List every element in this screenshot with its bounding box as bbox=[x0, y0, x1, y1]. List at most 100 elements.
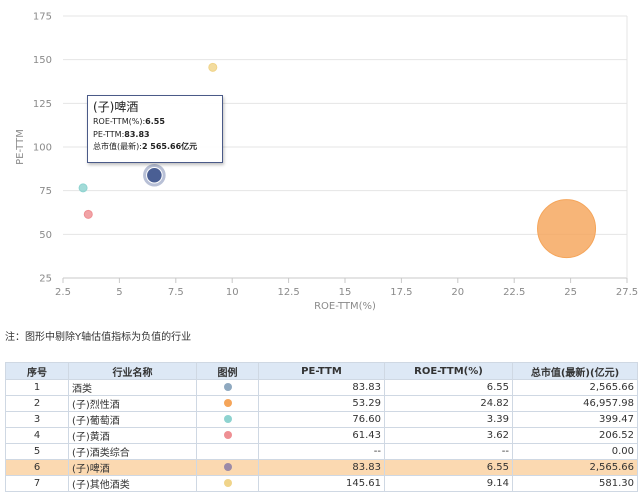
cell-industry-name: (子)酒类综合 bbox=[68, 443, 197, 460]
cell-pe: 145.61 bbox=[258, 475, 385, 492]
cell-roe: 6.55 bbox=[384, 459, 513, 476]
col-header-pe[interactable]: PE-TTM bbox=[258, 362, 385, 380]
col-header-cap[interactable]: 总市值(最新)(亿元) bbox=[512, 362, 638, 380]
col-header-legend[interactable]: 图例 bbox=[196, 362, 259, 380]
legend-dot-icon bbox=[223, 415, 232, 423]
cell-market-cap: 2,565.66 bbox=[512, 379, 638, 396]
x-tick-label: 12.5 bbox=[277, 287, 299, 298]
cell-roe: -- bbox=[384, 443, 513, 460]
x-tick-label: 15 bbox=[339, 287, 352, 298]
cell-industry-name: (子)啤酒 bbox=[68, 459, 197, 476]
cell-industry-name: (子)其他酒类 bbox=[68, 475, 197, 492]
x-axis-title: ROE-TTM(%) bbox=[314, 301, 376, 312]
cell-pe: 83.83 bbox=[258, 379, 385, 396]
cell-pe: 83.83 bbox=[258, 459, 385, 476]
cell-market-cap: 399.47 bbox=[512, 411, 638, 428]
table-row[interactable]: 4 (子)黄酒 61.43 3.62 206.52 bbox=[5, 427, 638, 444]
cell-legend bbox=[196, 379, 259, 396]
y-tick-label: 75 bbox=[39, 186, 52, 197]
table-row[interactable]: 5 (子)酒类综合 -- -- 0.00 bbox=[5, 443, 638, 460]
cell-roe: 3.39 bbox=[384, 411, 513, 428]
industry-table: 序号 行业名称 图例 PE-TTM ROE-TTM(%) 总市值(最新)(亿元)… bbox=[5, 362, 638, 492]
cell-industry-name: (子)黄酒 bbox=[68, 427, 197, 444]
y-tick-label: 25 bbox=[39, 274, 52, 285]
cell-index: 2 bbox=[5, 395, 69, 412]
tooltip-cap-line: 总市值(最新):2 565.66亿元 bbox=[93, 141, 217, 154]
col-header-index[interactable]: 序号 bbox=[5, 362, 69, 380]
cell-pe: 53.29 bbox=[258, 395, 385, 412]
cell-index: 7 bbox=[5, 475, 69, 492]
tooltip-roe-line: ROE-TTM(%):6.55 bbox=[93, 116, 217, 129]
y-axis-title: PE-TTM bbox=[15, 129, 26, 165]
cell-pe: 61.43 bbox=[258, 427, 385, 444]
legend-dot-icon bbox=[223, 479, 232, 487]
table-row[interactable]: 2 (子)烈性酒 53.29 24.82 46,957.98 bbox=[5, 395, 638, 412]
cell-market-cap: 0.00 bbox=[512, 443, 638, 460]
chart-note: 注：图形中剔除Y轴估值指标为负值的行业 bbox=[5, 332, 192, 343]
x-tick-label: 17.5 bbox=[390, 287, 412, 298]
cell-index: 3 bbox=[5, 411, 69, 428]
cell-legend bbox=[196, 411, 259, 428]
cell-index: 6 bbox=[5, 459, 69, 476]
table-row[interactable]: 3 (子)葡萄酒 76.60 3.39 399.47 bbox=[5, 411, 638, 428]
cell-roe: 24.82 bbox=[384, 395, 513, 412]
cell-roe: 3.62 bbox=[384, 427, 513, 444]
x-tick-label: 2.5 bbox=[55, 287, 71, 298]
cell-industry-name: (子)葡萄酒 bbox=[68, 411, 197, 428]
y-tick-label: 50 bbox=[39, 230, 52, 241]
table-row[interactable]: 6 (子)啤酒 83.83 6.55 2,565.66 bbox=[5, 459, 638, 476]
x-tick-label: 5 bbox=[116, 287, 122, 298]
table-row[interactable]: 1 酒类 83.83 6.55 2,565.66 bbox=[5, 379, 638, 396]
cell-pe: 76.60 bbox=[258, 411, 385, 428]
bubble-point[interactable] bbox=[537, 199, 597, 259]
cell-index: 1 bbox=[5, 379, 69, 396]
bubble-point[interactable] bbox=[83, 209, 93, 219]
bubble-point[interactable] bbox=[147, 167, 162, 183]
legend-dot-icon bbox=[223, 399, 232, 407]
table-row[interactable]: 7 (子)其他酒类 145.61 9.14 581.30 bbox=[5, 475, 638, 492]
col-header-roe[interactable]: ROE-TTM(%) bbox=[384, 362, 513, 380]
tooltip-title: (子)啤酒 bbox=[93, 100, 139, 114]
legend-dot-icon bbox=[223, 431, 232, 439]
chart-tooltip: (子)啤酒 ROE-TTM(%):6.55 PE-TTM:83.83 总市值(最… bbox=[87, 95, 223, 163]
bubble-point[interactable] bbox=[208, 62, 218, 72]
legend-dot-icon bbox=[223, 463, 232, 471]
legend-dot-icon bbox=[223, 383, 232, 391]
tooltip-pe-label: PE-TTM: bbox=[93, 129, 125, 139]
cell-legend bbox=[196, 395, 259, 412]
x-tick-label: 20 bbox=[451, 287, 464, 298]
y-tick-label: 175 bbox=[33, 12, 52, 23]
y-tick-label: 125 bbox=[33, 99, 52, 110]
x-tick-label: 10 bbox=[226, 287, 239, 298]
x-tick-label: 25 bbox=[564, 287, 577, 298]
x-tick-label: 22.5 bbox=[503, 287, 525, 298]
bubble-point[interactable] bbox=[78, 183, 88, 193]
cell-industry-name: 酒类 bbox=[68, 379, 197, 396]
cell-legend bbox=[196, 443, 259, 460]
cell-market-cap: 2,565.66 bbox=[512, 459, 638, 476]
cell-legend bbox=[196, 459, 259, 476]
col-header-name[interactable]: 行业名称 bbox=[68, 362, 197, 380]
cell-index: 4 bbox=[5, 427, 69, 444]
cell-roe: 6.55 bbox=[384, 379, 513, 396]
x-tick-label: 27.5 bbox=[616, 287, 638, 298]
cell-legend bbox=[196, 475, 259, 492]
tooltip-roe-label: ROE-TTM(%): bbox=[93, 117, 146, 126]
tooltip-pe-value: 83.83 bbox=[124, 129, 150, 139]
cell-index: 5 bbox=[5, 443, 69, 460]
cell-market-cap: 206.52 bbox=[512, 427, 638, 444]
y-tick-label: 150 bbox=[33, 55, 52, 66]
table-header-row: 序号 行业名称 图例 PE-TTM ROE-TTM(%) 总市值(最新)(亿元) bbox=[5, 362, 638, 380]
cell-legend bbox=[196, 427, 259, 444]
cell-pe: -- bbox=[258, 443, 385, 460]
cell-roe: 9.14 bbox=[384, 475, 513, 492]
y-tick-label: 100 bbox=[33, 143, 52, 154]
tooltip-roe-value: 6.55 bbox=[145, 117, 165, 126]
tooltip-cap-value: 2 565.66亿元 bbox=[141, 142, 198, 151]
tooltip-pe-line: PE-TTM:83.83 bbox=[93, 129, 217, 142]
tooltip-cap-label: 总市值(最新): bbox=[93, 142, 142, 151]
cell-market-cap: 46,957.98 bbox=[512, 395, 638, 412]
x-tick-label: 7.5 bbox=[168, 287, 184, 298]
cell-industry-name: (子)烈性酒 bbox=[68, 395, 197, 412]
cell-market-cap: 581.30 bbox=[512, 475, 638, 492]
